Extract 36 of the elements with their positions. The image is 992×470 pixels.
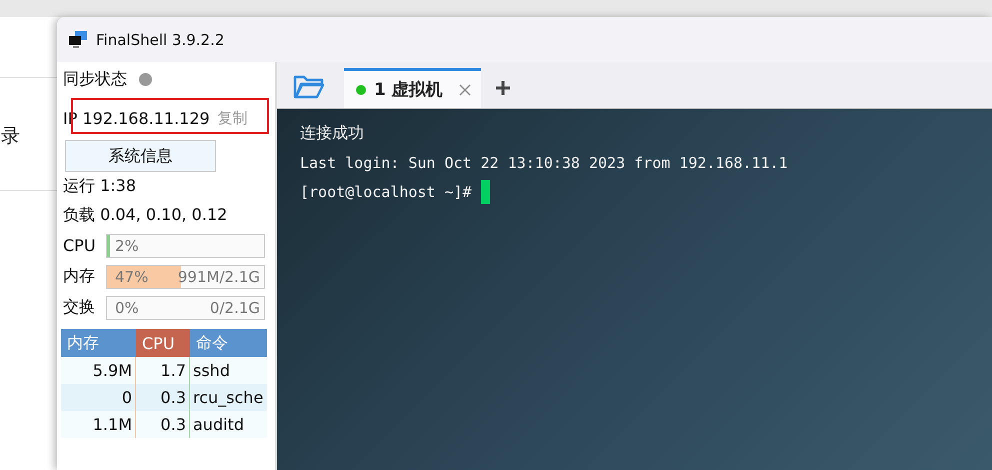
meter-label: CPU <box>63 236 97 255</box>
sync-label: 同步状态 <box>63 68 127 90</box>
column-header[interactable]: CPU <box>136 329 190 357</box>
session-tab[interactable]: 1 虚拟机 <box>344 68 481 108</box>
load-text: 负载 0.04, 0.10, 0.12 <box>63 204 228 226</box>
table-cell: 1.1M <box>61 411 136 438</box>
status-dot <box>356 84 366 94</box>
add-tab-icon[interactable] <box>494 80 511 96</box>
meter-reading: 47% <box>115 268 148 286</box>
terminal-text: Last login: Sun Oct 22 13:10:38 2023 from 192.168.11.1 <box>300 154 788 172</box>
meter-detail: 0/2.1G <box>210 298 260 316</box>
window-title: FinalShell 3.9.2.2 <box>96 30 224 48</box>
table-cell: auditd <box>190 411 267 438</box>
copy-link[interactable]: 复制 <box>218 108 248 128</box>
table-cell: rcu_sche <box>190 384 267 411</box>
terminal-text: [root@localhost ~]# <box>300 182 472 200</box>
table-cell: 0.3 <box>136 384 190 411</box>
table-cell: sshd <box>190 357 267 384</box>
meter-reading: 2% <box>115 236 139 254</box>
folder-icon[interactable] <box>293 74 325 100</box>
meter-label: 交换 <box>63 297 96 318</box>
table-cell: 0.3 <box>136 411 190 438</box>
table-cell: 0 <box>61 384 136 411</box>
column-header[interactable]: 内存 <box>61 329 136 357</box>
uptime-text: 运行 1:38 <box>63 175 138 197</box>
system-info-button[interactable]: 系统信息 <box>65 140 216 172</box>
menu-text: 录 <box>1 124 20 149</box>
terminal-text: 连接成功 <box>300 123 364 144</box>
meter-label: 内存 <box>63 266 96 287</box>
column-header[interactable]: 命令 <box>190 329 267 357</box>
computer-icon <box>68 30 88 50</box>
meter-reading: 0% <box>115 298 139 316</box>
tab-label: 1 虚拟机 <box>374 79 443 101</box>
table-cell: 1.7 <box>136 357 190 384</box>
table-cell: 5.9M <box>61 357 136 384</box>
close-icon[interactable] <box>458 84 471 96</box>
